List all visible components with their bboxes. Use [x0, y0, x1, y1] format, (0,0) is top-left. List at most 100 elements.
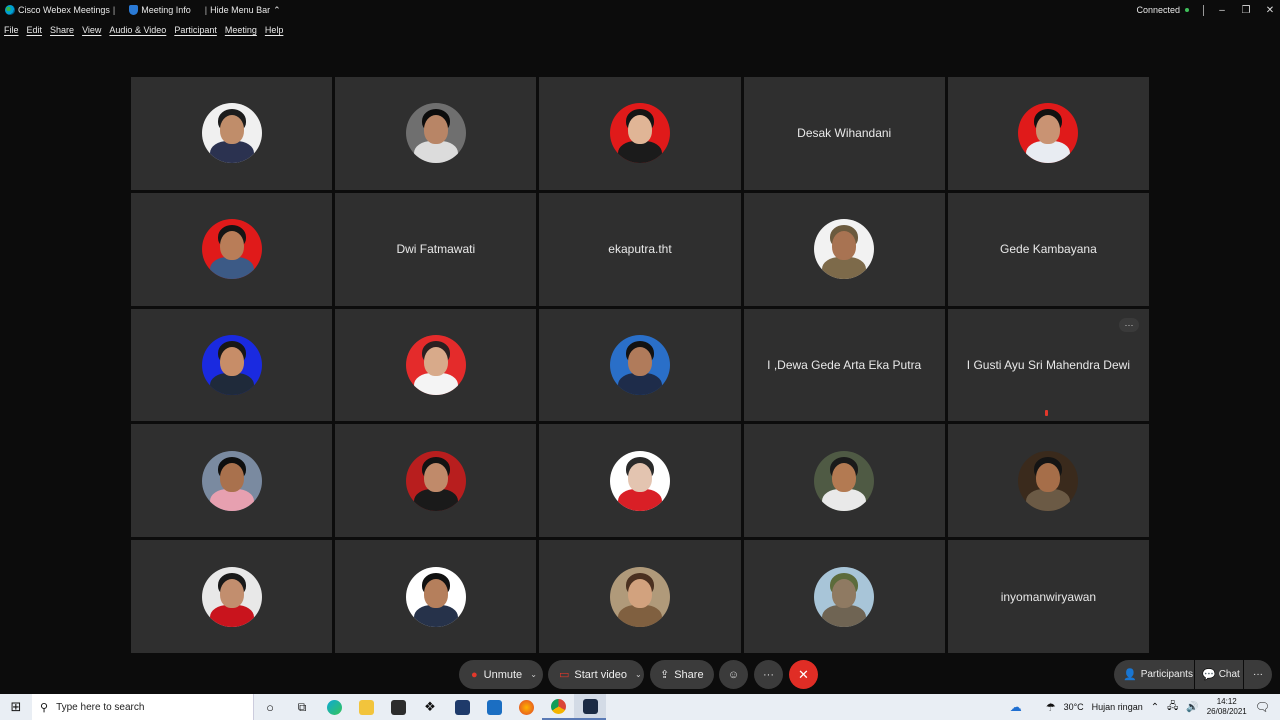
minimize-button[interactable]: –	[1212, 0, 1232, 20]
menu-meeting[interactable]: Meeting	[225, 25, 257, 35]
restore-button[interactable]: ❐	[1236, 0, 1256, 20]
muted-mic-icon: ●	[471, 668, 478, 681]
participant-tile[interactable]	[539, 308, 741, 422]
chevron-up-icon[interactable]: ⌃	[1151, 702, 1159, 713]
menu-help[interactable]: Help	[265, 25, 284, 35]
task-view-button[interactable]: ⧉	[286, 694, 318, 720]
avatar-body	[822, 488, 867, 511]
participant-tile[interactable]	[131, 192, 333, 306]
menu-share[interactable]: Share	[50, 25, 74, 35]
close-icon: ✕	[798, 666, 809, 682]
chat-icon: 💬	[1202, 669, 1216, 681]
chevron-up-icon: ⌃	[273, 4, 281, 15]
participant-tile[interactable]	[131, 424, 333, 538]
file-explorer-button[interactable]	[350, 694, 382, 720]
participant-tile[interactable]: Dwi Fatmawati	[335, 192, 537, 306]
participant-tile[interactable]	[131, 308, 333, 422]
store-button[interactable]	[382, 694, 414, 720]
share-button[interactable]: ⇪ Share	[650, 660, 714, 689]
chrome-button[interactable]	[542, 694, 574, 720]
avatar	[201, 566, 262, 627]
participant-tile[interactable]	[539, 77, 741, 190]
hide-menu-bar-button[interactable]: | Hide Menu Bar ⌃	[205, 5, 281, 16]
start-video-button[interactable]: ▭ Start video ⌄	[548, 660, 644, 689]
participant-tile[interactable]: Desak Wihandani	[743, 77, 945, 190]
menu-participant[interactable]: Participant	[174, 25, 217, 35]
network-icon[interactable]: 🖧	[1167, 699, 1178, 716]
participant-tile[interactable]	[335, 308, 537, 422]
participant-tile[interactable]	[539, 540, 741, 653]
firefox-button[interactable]	[510, 694, 542, 720]
participant-tile[interactable]	[947, 77, 1149, 190]
participant-tile[interactable]	[539, 424, 741, 538]
reactions-button[interactable]: ☺	[719, 660, 748, 689]
participant-tile[interactable]	[743, 540, 945, 653]
avatar-body	[413, 372, 458, 395]
avatar-face	[1036, 115, 1061, 145]
avatar	[201, 450, 262, 511]
dropbox-icon: ❖	[424, 699, 436, 714]
volume-icon[interactable]: 🔊	[1186, 702, 1198, 713]
unmute-button[interactable]: ● Unmute ⌄	[459, 660, 543, 689]
mail-icon	[486, 699, 502, 715]
menu-view[interactable]: View	[82, 25, 101, 35]
close-button[interactable]: ✕	[1260, 0, 1280, 20]
avatar	[405, 450, 466, 511]
avatar-face	[832, 231, 857, 261]
tile-more-button[interactable]: ···	[1118, 317, 1139, 332]
mail-button[interactable]	[478, 694, 510, 720]
avatar-body	[209, 257, 254, 280]
avatar	[201, 334, 262, 395]
meeting-info-button[interactable]: Meeting Info	[129, 5, 191, 15]
participant-tile[interactable]: inyomanwiryawan	[947, 540, 1149, 653]
start-button[interactable]: ⊞	[0, 694, 32, 720]
avatar-body	[617, 372, 662, 395]
participants-icon: 👤	[1123, 669, 1137, 681]
participant-tile[interactable]: Gede Kambayana	[947, 192, 1149, 306]
webex-taskbar-button[interactable]	[574, 694, 606, 720]
menu-file[interactable]: File	[4, 25, 19, 35]
weather-icon: ☂	[1045, 701, 1056, 714]
avatar	[609, 103, 670, 164]
avatar-body	[617, 488, 662, 511]
participant-tile[interactable]	[335, 540, 537, 653]
chevron-down-icon[interactable]: ⌄	[530, 670, 537, 679]
notifications-icon[interactable]: 🗨	[1255, 700, 1270, 714]
participant-tile[interactable]	[131, 540, 333, 653]
avatar-body	[617, 604, 662, 627]
participant-name: Gede Kambayana	[1000, 242, 1097, 257]
avatar-body	[1026, 141, 1071, 164]
edge-button[interactable]	[318, 694, 350, 720]
participant-tile[interactable]: I Gusti Ayu Sri Mahendra Dewi ···	[947, 308, 1149, 422]
menu-edit[interactable]: Edit	[27, 25, 43, 35]
taskbar-search[interactable]: ⚲ Type here to search	[32, 694, 254, 720]
participant-tile[interactable]	[335, 424, 537, 538]
avatar-face	[219, 115, 244, 145]
participant-tile[interactable]	[131, 77, 333, 190]
participant-tile[interactable]	[335, 77, 537, 190]
participant-tile[interactable]	[743, 424, 945, 538]
share-icon: ⇪	[660, 669, 670, 681]
avatar-face	[219, 578, 244, 608]
participant-tile[interactable]: ekaputra.tht	[539, 192, 741, 306]
dropbox-button[interactable]: ❖	[414, 694, 446, 720]
avatar-face	[1036, 462, 1061, 492]
participant-name: inyomanwiryawan	[1000, 589, 1097, 604]
avatar-body	[413, 604, 458, 627]
chat-button[interactable]: 💬 Chat	[1195, 660, 1243, 689]
sway-button[interactable]	[446, 694, 478, 720]
chevron-down-icon[interactable]: ⌄	[635, 670, 642, 679]
participant-grid: Desak Wihandani Dwi Fatmawati ekaputra.tht…	[131, 77, 1149, 653]
cortana-button[interactable]: ○	[254, 694, 286, 720]
participants-button[interactable]: 👤 Participants	[1114, 660, 1194, 689]
onedrive-icon[interactable]: ☁	[1010, 700, 1022, 714]
panel-more-button[interactable]: ···	[1244, 660, 1272, 689]
participant-tile[interactable]	[743, 192, 945, 306]
leave-meeting-button[interactable]: ✕	[789, 660, 818, 689]
menu-audio-video[interactable]: Audio & Video	[109, 25, 166, 35]
participant-tile[interactable]	[947, 424, 1149, 538]
clock[interactable]: 14:12 26/08/2021	[1207, 697, 1247, 717]
more-icon: ···	[763, 668, 774, 681]
participant-tile[interactable]: I ,Dewa Gede Arta Eka Putra	[743, 308, 945, 422]
more-options-button[interactable]: ···	[754, 660, 783, 689]
